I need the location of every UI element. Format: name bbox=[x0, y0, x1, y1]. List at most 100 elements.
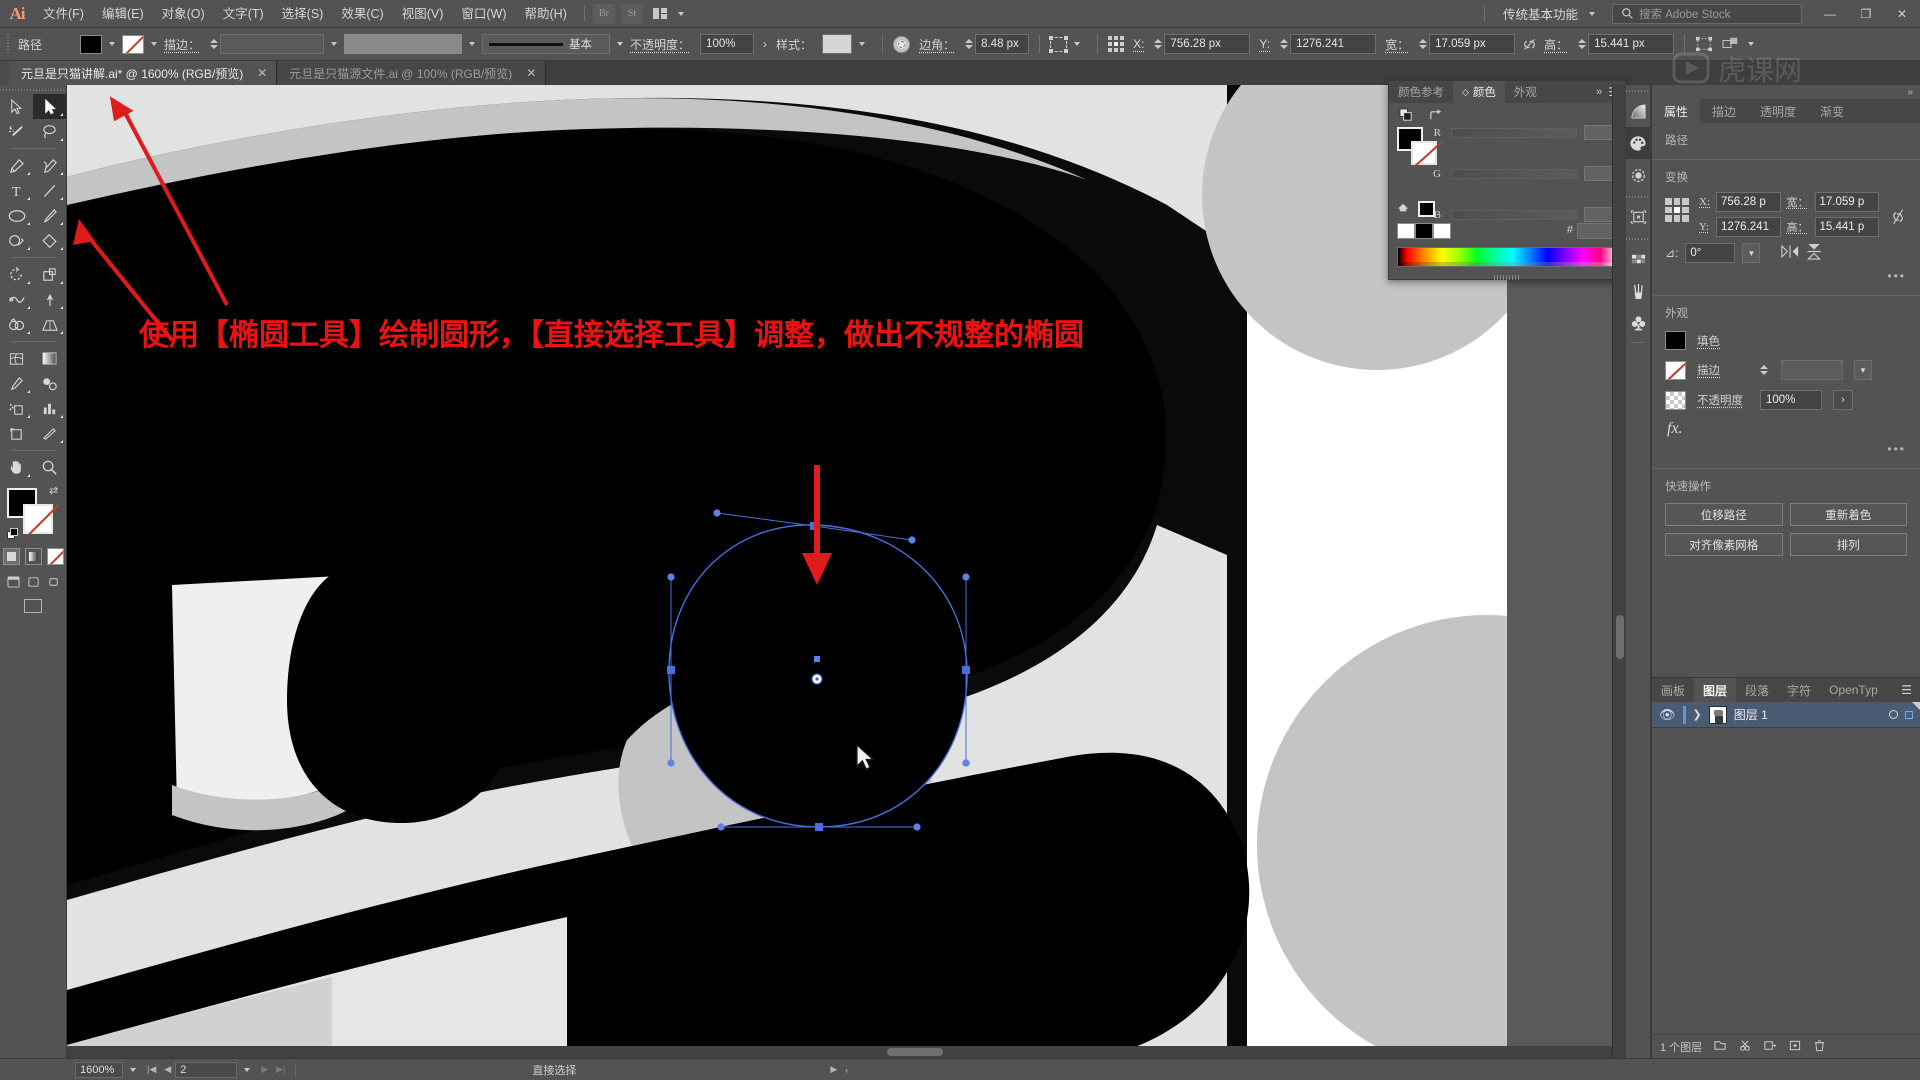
menu-file[interactable]: 文件(F) bbox=[34, 0, 93, 28]
chevron-down-icon[interactable] bbox=[130, 1067, 136, 1072]
tool-line-segment[interactable] bbox=[33, 178, 66, 203]
tab-opentype[interactable]: OpenTyp bbox=[1820, 678, 1887, 702]
rail-grip-2[interactable] bbox=[1626, 193, 1650, 201]
chevron-right-icon[interactable]: ❯ bbox=[1693, 708, 1702, 721]
menu-type[interactable]: 文字(T) bbox=[214, 0, 273, 28]
tool-column-graph[interactable] bbox=[33, 396, 66, 421]
link-wh-icon[interactable] bbox=[1889, 206, 1907, 228]
last-artboard-button[interactable]: ▶| bbox=[272, 1064, 289, 1075]
edit-toolbar-button[interactable] bbox=[24, 599, 42, 613]
reference-point-selector[interactable] bbox=[1108, 36, 1125, 52]
first-artboard-button[interactable]: |◀ bbox=[143, 1064, 160, 1075]
zoom-level-input[interactable]: 1600% bbox=[75, 1061, 123, 1078]
chevron-down-icon[interactable] bbox=[859, 42, 866, 46]
y-position-input[interactable]: 1276.241 bbox=[1290, 34, 1377, 54]
layer-row[interactable]: 👁 ❯ 图层 1 bbox=[1652, 702, 1920, 728]
tab-properties[interactable]: 属性 bbox=[1652, 99, 1701, 123]
arrange-button[interactable]: 排列 bbox=[1789, 533, 1907, 556]
tabbar-grip[interactable] bbox=[0, 61, 9, 85]
tool-magic-wand[interactable] bbox=[0, 119, 33, 144]
selection-square-icon[interactable] bbox=[1905, 710, 1913, 719]
document-tab-0[interactable]: 元旦是只猫讲解.ai* @ 1600% (RGB/预览) ✕ bbox=[9, 61, 278, 85]
tool-direct-selection[interactable] bbox=[33, 94, 66, 119]
tool-shape-builder[interactable] bbox=[0, 312, 33, 337]
next-artboard-button[interactable]: ▶ bbox=[257, 1064, 272, 1075]
gradient-mode-button[interactable] bbox=[24, 548, 42, 565]
tool-rotate[interactable] bbox=[0, 262, 33, 287]
corner-radius-input[interactable]: 8.48 px bbox=[975, 34, 1030, 54]
tab-character[interactable]: 字符 bbox=[1778, 678, 1820, 702]
bridge-icon[interactable]: Br bbox=[592, 3, 615, 24]
opacity-options-arrow[interactable]: › bbox=[1833, 390, 1853, 410]
channel-slider-r[interactable] bbox=[1451, 127, 1577, 138]
tools-panel-grip[interactable] bbox=[0, 85, 66, 94]
tool-symbol-sprayer[interactable] bbox=[0, 396, 33, 421]
tool-gradient[interactable] bbox=[33, 346, 66, 371]
x-position-input[interactable]: 756.28 px bbox=[1164, 34, 1251, 54]
screen-mode-normal-icon[interactable] bbox=[5, 574, 22, 589]
chevron-down-icon[interactable] bbox=[151, 42, 158, 46]
chevron-down-icon[interactable] bbox=[331, 42, 338, 46]
arrow-up-icon[interactable] bbox=[1397, 203, 1410, 216]
tab-transparency[interactable]: 透明度 bbox=[1748, 99, 1808, 123]
stroke-color-swatch-large[interactable] bbox=[23, 504, 53, 534]
appearance-fill-swatch[interactable] bbox=[1665, 331, 1686, 350]
menu-window[interactable]: 窗口(W) bbox=[452, 0, 515, 28]
window-minimize-button[interactable]: — bbox=[1812, 0, 1848, 28]
close-icon[interactable]: ✕ bbox=[526, 67, 536, 79]
vertical-scroll-thumb[interactable] bbox=[1616, 615, 1624, 659]
color-spectrum-bar[interactable] bbox=[1397, 247, 1619, 267]
tool-paintbrush[interactable] bbox=[33, 203, 66, 228]
menu-object[interactable]: 对象(O) bbox=[153, 0, 214, 28]
chevron-down-icon[interactable] bbox=[244, 1067, 251, 1072]
fill-color-swatch[interactable] bbox=[80, 34, 103, 54]
color-mode-button[interactable] bbox=[2, 548, 20, 565]
link-dimensions-icon[interactable] bbox=[1521, 36, 1538, 53]
rail-grip[interactable] bbox=[1626, 87, 1650, 95]
chevron-down-icon[interactable]: ▾ bbox=[1854, 360, 1872, 380]
stock-search-box[interactable]: 搜索 Adobe Stock bbox=[1612, 3, 1802, 24]
prop-height-input[interactable]: 15.441 p bbox=[1814, 217, 1879, 237]
menu-edit[interactable]: 编辑(E) bbox=[93, 0, 153, 28]
tool-perspective-grid[interactable] bbox=[33, 312, 66, 337]
chevron-down-icon[interactable] bbox=[1589, 11, 1595, 16]
close-icon[interactable]: ✕ bbox=[257, 67, 267, 79]
chevron-down-icon[interactable] bbox=[617, 42, 624, 46]
horizontal-scroll-thumb[interactable] bbox=[887, 1048, 943, 1056]
tool-blend[interactable] bbox=[33, 371, 66, 396]
menu-view[interactable]: 视图(V) bbox=[393, 0, 453, 28]
tool-artboard[interactable] bbox=[0, 421, 33, 446]
variable-width-profile-dropdown[interactable] bbox=[344, 34, 463, 54]
tool-mesh[interactable] bbox=[0, 346, 33, 371]
window-restore-button[interactable]: ❐ bbox=[1848, 0, 1884, 28]
create-sublayer-icon[interactable] bbox=[1763, 1039, 1777, 1055]
height-stepper[interactable] bbox=[1578, 39, 1587, 49]
x-stepper[interactable] bbox=[1154, 39, 1163, 49]
hex-input[interactable] bbox=[1577, 223, 1617, 239]
rail-brushes-icon[interactable] bbox=[1626, 275, 1650, 307]
rail-grip-3[interactable] bbox=[1626, 235, 1650, 243]
color-panel-resize-grip[interactable] bbox=[1494, 275, 1520, 280]
vertical-scrollbar[interactable] bbox=[1612, 85, 1625, 1058]
chevron-down-icon[interactable]: ▾ bbox=[1742, 243, 1761, 263]
tab-stroke[interactable]: 描边 bbox=[1700, 99, 1748, 123]
offset-path-button[interactable]: 位移路径 bbox=[1665, 503, 1783, 526]
prop-y-input[interactable]: 1276.241 bbox=[1716, 217, 1781, 237]
tab-gradient[interactable]: 渐变 bbox=[1808, 99, 1856, 123]
rail-swatches-icon[interactable] bbox=[1626, 243, 1650, 275]
transform-options-icon[interactable] bbox=[1695, 36, 1713, 52]
target-circle-icon[interactable] bbox=[1889, 710, 1898, 719]
tab-artboards[interactable]: 画板 bbox=[1652, 678, 1694, 702]
eye-icon[interactable]: 👁 bbox=[1659, 707, 1676, 723]
appearance-opacity-input[interactable]: 100% bbox=[1760, 390, 1822, 410]
search-input[interactable]: 搜索 Adobe Stock bbox=[1639, 6, 1730, 22]
tab-appearance[interactable]: 外观 bbox=[1505, 81, 1546, 103]
swatch-white[interactable] bbox=[1433, 223, 1451, 239]
height-input[interactable]: 15.441 px bbox=[1588, 34, 1675, 54]
menu-select[interactable]: 选择(S) bbox=[273, 0, 333, 28]
chevron-down-icon[interactable] bbox=[469, 42, 476, 46]
color-mode-toggle-icon[interactable] bbox=[1399, 108, 1414, 123]
chevron-down-icon[interactable] bbox=[109, 42, 116, 46]
tab-color-guide[interactable]: 颜色参考 bbox=[1389, 81, 1453, 103]
opacity-input[interactable]: 100% bbox=[700, 34, 755, 54]
